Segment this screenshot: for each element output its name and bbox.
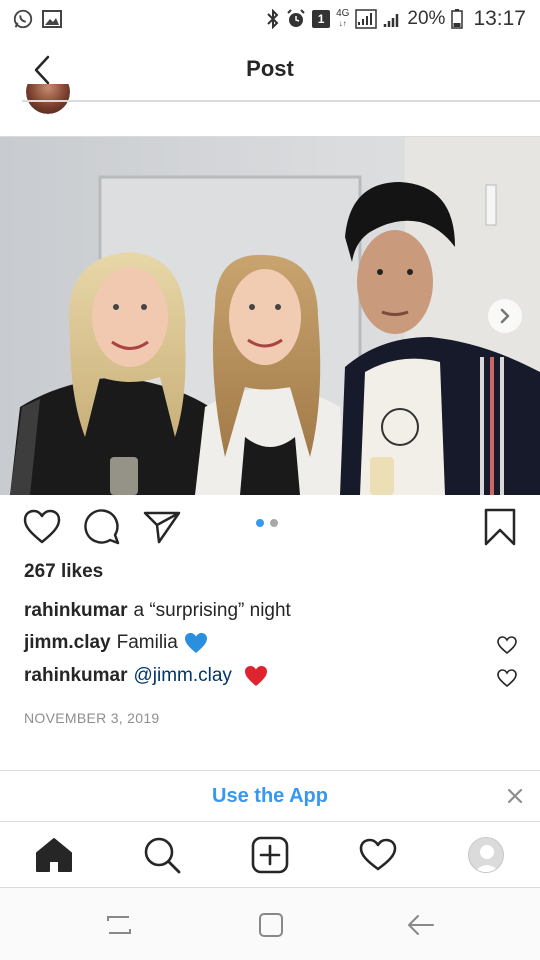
- use-app-link[interactable]: Use the App: [212, 785, 328, 808]
- post-photo[interactable]: [0, 137, 540, 495]
- caption: rahinkumar a “surprising” night: [24, 600, 291, 622]
- use-app-banner[interactable]: Use the App: [0, 770, 540, 822]
- caption-username[interactable]: rahinkumar: [24, 600, 127, 622]
- carousel-dot: [270, 519, 278, 527]
- nav-new-post[interactable]: [250, 835, 290, 875]
- nav-search[interactable]: [142, 835, 182, 875]
- post-date: NOVEMBER 3, 2019: [24, 710, 160, 726]
- comment-like-button[interactable]: [496, 634, 518, 656]
- carousel-indicator: [256, 519, 278, 527]
- comment-button[interactable]: [80, 505, 124, 549]
- close-icon: [508, 789, 522, 803]
- send-icon: [143, 511, 181, 544]
- save-button[interactable]: [478, 505, 522, 549]
- status-right: 1 4G ↓↑ 20% 13:17: [266, 7, 526, 31]
- chevron-left-icon: [34, 55, 50, 85]
- status-left: [12, 8, 62, 30]
- post-photo-image: [0, 137, 540, 495]
- heart-icon: [23, 509, 61, 544]
- likes-count[interactable]: 267 likes: [24, 561, 103, 583]
- heart-icon: [497, 669, 517, 687]
- network-type-label: 4G ↓↑: [336, 8, 350, 29]
- author-avatar-image: [26, 84, 70, 114]
- status-bar: 1 4G ↓↑ 20% 13:17: [0, 0, 540, 38]
- signal-2-icon: [383, 10, 401, 28]
- comment-like-button[interactable]: [496, 667, 518, 689]
- bottom-nav: [0, 822, 540, 888]
- gallery-icon: [42, 10, 62, 28]
- comment-row: jimm.clay Familia: [24, 632, 208, 654]
- system-navigation-bar: [0, 888, 540, 960]
- comment-row: rahinkumar @jimm.clay: [24, 665, 268, 687]
- share-button[interactable]: [140, 505, 184, 549]
- back-button[interactable]: [26, 54, 58, 86]
- comment-username[interactable]: rahinkumar: [24, 665, 127, 687]
- red-heart-icon: [244, 665, 268, 687]
- nav-profile[interactable]: [466, 835, 506, 875]
- recent-apps-icon: [107, 916, 131, 934]
- bluetooth-icon: [266, 9, 280, 29]
- comment-text: Familia: [116, 632, 178, 653]
- battery-percent: 20%: [407, 8, 446, 29]
- post-actions: [0, 505, 540, 555]
- banner-close-button[interactable]: [504, 785, 526, 807]
- nav-home[interactable]: [34, 835, 74, 875]
- post-header: Post: [0, 38, 540, 100]
- back-arrow-icon: [408, 915, 434, 935]
- profile-avatar: [468, 837, 504, 873]
- network-type-text: 4G: [336, 8, 350, 19]
- signal-icon: [355, 9, 378, 29]
- home-icon: [36, 838, 72, 872]
- caption-text: a “surprising” night: [133, 600, 291, 621]
- notification-count-badge: 1: [312, 10, 331, 28]
- header-divider: [22, 100, 540, 102]
- home-square-icon: [259, 913, 283, 937]
- search-icon: [144, 837, 181, 874]
- activity-heart-icon: [359, 838, 397, 871]
- comment-icon: [84, 509, 120, 545]
- recent-apps-button[interactable]: [104, 910, 134, 940]
- author-avatar[interactable]: [26, 84, 70, 114]
- bookmark-icon: [484, 508, 516, 546]
- heart-icon: [497, 636, 517, 654]
- nav-activity[interactable]: [358, 835, 398, 875]
- battery-icon: [451, 9, 464, 29]
- add-post-icon: [251, 836, 289, 874]
- home-system-button[interactable]: [256, 910, 286, 940]
- clock-time: 13:17: [473, 7, 526, 30]
- like-button[interactable]: [20, 505, 64, 549]
- comment-username[interactable]: jimm.clay: [24, 632, 111, 654]
- alarm-icon: [286, 9, 306, 29]
- carousel-dot-active: [256, 519, 264, 527]
- whatsapp-icon: [12, 8, 34, 30]
- chevron-right-icon: [500, 308, 510, 324]
- blue-heart-icon: [184, 632, 208, 654]
- carousel-next-button[interactable]: [488, 299, 522, 333]
- back-system-button[interactable]: [406, 910, 436, 940]
- page-title: Post: [246, 56, 294, 81]
- comment-mention-link[interactable]: @jimm.clay: [133, 665, 231, 687]
